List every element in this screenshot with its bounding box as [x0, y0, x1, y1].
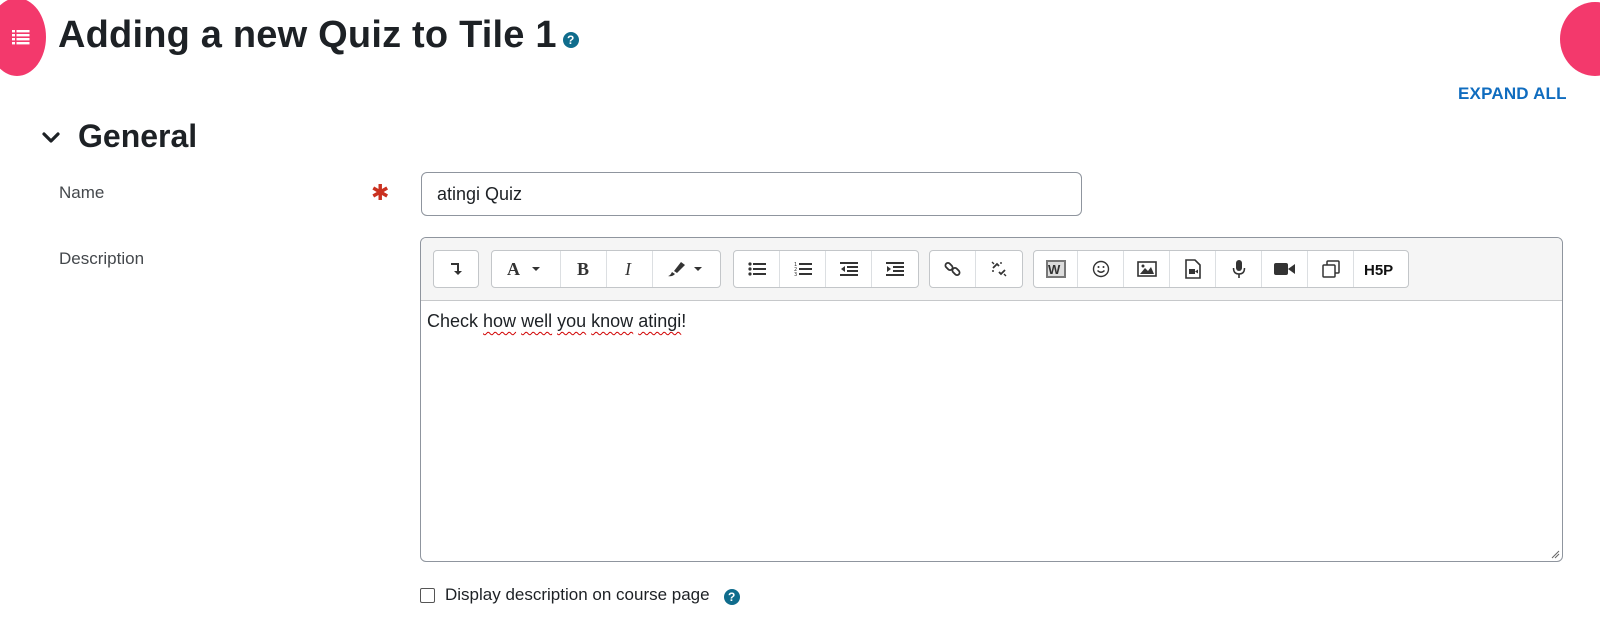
display-description-row: Display description on course page ? — [420, 585, 740, 605]
svg-text:W: W — [1048, 262, 1061, 277]
ordered-list-button[interactable]: 1 2 3 — [780, 251, 826, 287]
toolbar-group-style: A B I — [491, 250, 721, 288]
description-label: Description — [59, 249, 145, 268]
record-audio-icon — [1232, 260, 1245, 278]
editor-toolbar: A B I 1 2 3 W H5P — [421, 238, 1562, 301]
misspelled-word: how — [483, 311, 517, 331]
unordered-list-icon — [747, 262, 766, 276]
record-video-button[interactable] — [1262, 251, 1308, 287]
font-color-button[interactable] — [653, 251, 720, 287]
misspelled-word: well — [521, 311, 553, 331]
bold-button[interactable]: B — [561, 251, 607, 287]
display-description-checkbox[interactable] — [420, 587, 435, 603]
toolbar-group-lists: 1 2 3 — [733, 250, 919, 288]
outdent-icon — [839, 262, 858, 276]
font-style-button[interactable]: A — [492, 251, 561, 287]
svg-text:B: B — [577, 260, 589, 278]
collapse-toolbar-icon — [451, 263, 462, 275]
h5p-button[interactable]: H5P — [1354, 251, 1408, 287]
misspelled-word: know — [591, 311, 634, 331]
svg-text:A: A — [507, 260, 520, 278]
collapse-toolbar-button[interactable] — [434, 251, 478, 287]
resize-handle-icon[interactable] — [1550, 549, 1560, 559]
section-title: General — [78, 118, 198, 154]
italic-icon: I — [624, 260, 632, 278]
page-title: Adding a new Quiz to Tile 1 ? — [58, 14, 579, 57]
toolbar-group-collapse — [433, 250, 479, 288]
page-title-text: Adding a new Quiz to Tile 1 — [58, 14, 557, 56]
display-description-label[interactable]: Display description on course page — [445, 585, 710, 605]
indent-button[interactable] — [872, 251, 918, 287]
name-input[interactable]: atingi Quiz — [421, 172, 1082, 216]
manage-files-icon — [1321, 260, 1340, 278]
image-icon — [1136, 261, 1157, 277]
media-button[interactable] — [1170, 251, 1216, 287]
description-editor[interactable]: A B I 1 2 3 W H5P Check how well you kno… — [420, 237, 1563, 562]
bold-icon: B — [577, 260, 589, 278]
font-color-icon — [667, 262, 702, 277]
emoji-button[interactable] — [1078, 251, 1124, 287]
content-text: Check — [427, 311, 484, 331]
misspelled-word: you — [557, 311, 587, 331]
toolbar-group-links — [929, 250, 1023, 288]
image-button[interactable] — [1124, 251, 1170, 287]
record-video-icon — [1273, 263, 1295, 275]
unlink-button[interactable] — [976, 251, 1022, 287]
media-icon — [1184, 259, 1201, 279]
editor-content-area[interactable]: Check how well you know atingi! — [421, 301, 1562, 342]
outdent-button[interactable] — [826, 251, 872, 287]
manage-files-button[interactable] — [1308, 251, 1354, 287]
italic-button[interactable]: I — [607, 251, 653, 287]
help-icon[interactable]: ? — [723, 589, 740, 605]
emoji-icon — [1092, 260, 1109, 278]
svg-text:I: I — [624, 260, 632, 278]
link-button[interactable] — [930, 251, 976, 287]
general-section-header[interactable]: General — [40, 118, 197, 155]
svg-text:H5P: H5P — [1364, 262, 1393, 277]
misspelled-word: atingi — [638, 311, 682, 331]
font-style-icon: A — [507, 260, 540, 278]
record-audio-button[interactable] — [1216, 251, 1262, 287]
unlink-icon — [991, 261, 1007, 277]
content-text: ! — [681, 311, 687, 331]
chevron-down-icon — [42, 131, 60, 143]
link-icon — [944, 262, 960, 276]
block-drawer-button[interactable] — [1560, 2, 1600, 76]
word-import-icon: W — [1045, 260, 1066, 278]
course-index-drawer-button[interactable] — [0, 0, 46, 76]
help-icon[interactable]: ? — [562, 31, 579, 48]
toolbar-group-insert: W H5P — [1033, 250, 1409, 288]
svg-text:3: 3 — [794, 272, 797, 277]
required-icon: ✱ — [371, 180, 390, 205]
expand-all-link[interactable]: EXPAND ALL — [1458, 84, 1567, 104]
list-icon — [12, 30, 30, 45]
unordered-list-button[interactable] — [734, 251, 780, 287]
h5p-icon: H5P — [1364, 262, 1393, 277]
word-import-button[interactable]: W — [1034, 251, 1078, 287]
ordered-list-icon: 1 2 3 — [794, 262, 812, 277]
indent-icon — [886, 262, 904, 276]
name-label: Name — [59, 183, 105, 202]
